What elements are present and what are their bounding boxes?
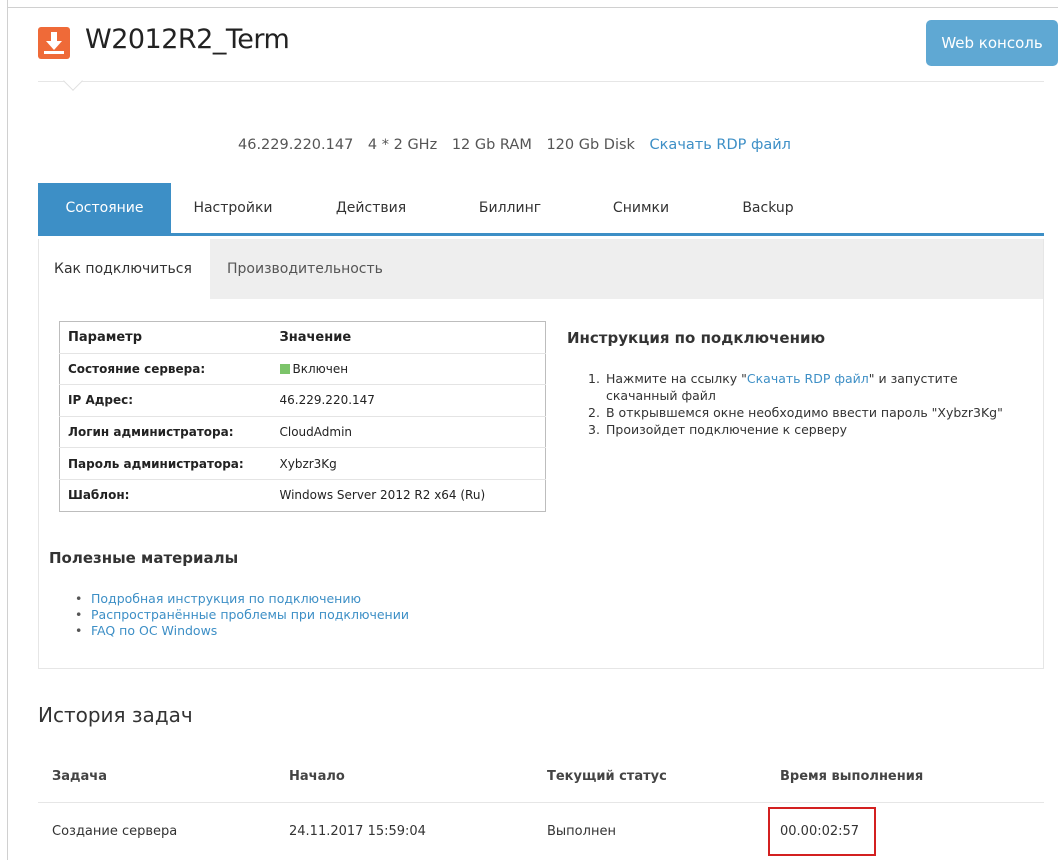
tab-backup[interactable]: Backup bbox=[718, 183, 818, 233]
step-text: В открывшемся окне необходимо ввести пар… bbox=[606, 405, 1003, 420]
table-row: Шаблон: Windows Server 2012 R2 x64 (Ru) bbox=[60, 479, 546, 511]
column-header: Параметр bbox=[59, 321, 272, 354]
table-row: Состояние сервера: Включен bbox=[59, 353, 546, 386]
task-history-title: История задач bbox=[38, 703, 193, 727]
column-header-start: Начало bbox=[289, 769, 345, 784]
server-info-table: Параметр Значение Состояние сервера: Вкл… bbox=[59, 321, 546, 512]
step-text: Произойдет подключение к серверу bbox=[606, 422, 848, 437]
highlight-annotation-box bbox=[768, 807, 876, 856]
state-panel: Как подключиться Производительность Пара… bbox=[38, 239, 1044, 669]
column-header-status: Текущий статус bbox=[547, 769, 667, 784]
download-rdp-link[interactable]: Скачать RDP файл bbox=[650, 137, 791, 153]
table-row: IP Адрес: 46.229.220.147 bbox=[59, 384, 546, 417]
instructions-title: Инструкция по подключению bbox=[567, 329, 826, 347]
summary-ip: 46.229.220.147 bbox=[238, 137, 354, 153]
task-name: Создание сервера bbox=[52, 824, 178, 839]
main-tabs: Состояние Настройки Действия Биллинг Сни… bbox=[38, 183, 1044, 236]
param-value: CloudAdmin bbox=[271, 416, 546, 449]
summary-disk: 120 Gb Disk bbox=[546, 137, 635, 153]
tab-billing[interactable]: Биллинг bbox=[450, 183, 570, 233]
task-start: 24.11.2017 15:59:04 bbox=[289, 824, 426, 839]
column-header-task: Задача bbox=[52, 769, 107, 784]
step-text: Нажмите на ссылку " bbox=[606, 371, 747, 386]
table-row: Пароль администратора: Xybzr3Kg bbox=[59, 447, 546, 480]
useful-link[interactable]: Подробная инструкция по подключению bbox=[75, 591, 409, 607]
web-console-button[interactable]: Web консоль bbox=[926, 20, 1058, 66]
subtab-how-to-connect[interactable]: Как подключиться bbox=[39, 239, 210, 299]
table-header-row: Параметр Значение bbox=[59, 321, 546, 354]
tab-snapshots[interactable]: Снимки bbox=[586, 183, 696, 233]
param-label: IP Адрес: bbox=[59, 384, 272, 417]
instruction-step: 1. Нажмите на ссылку "Скачать RDP файл" … bbox=[588, 370, 1028, 404]
useful-link[interactable]: FAQ по ОС Windows bbox=[75, 623, 409, 639]
step-number: 2. bbox=[588, 405, 600, 420]
status-indicator-icon bbox=[279, 363, 290, 374]
window-border-left bbox=[7, 0, 8, 860]
param-label: Логин администратора: bbox=[59, 416, 272, 449]
instruction-step: 2. В открывшемся окне необходимо ввести … bbox=[588, 404, 1028, 421]
tab-settings[interactable]: Настройки bbox=[178, 183, 288, 233]
summary-cpu: 4 * 2 GHz bbox=[367, 137, 438, 153]
tab-actions[interactable]: Действия bbox=[311, 183, 431, 233]
useful-materials-title: Полезные материалы bbox=[49, 549, 239, 567]
table-row: Создание сервера 24.11.2017 15:59:04 Вып… bbox=[38, 804, 1044, 860]
param-label: Состояние сервера: bbox=[59, 353, 272, 386]
subtab-performance[interactable]: Производительность bbox=[227, 239, 407, 299]
param-value: Windows Server 2012 R2 x64 (Ru) bbox=[279, 488, 486, 503]
server-status-value: Включен bbox=[292, 361, 349, 376]
instruction-step: 3. Произойдет подключение к серверу bbox=[588, 421, 1028, 438]
header-divider bbox=[38, 81, 1044, 82]
task-history-header: Задача Начало Текущий статус Время выпол… bbox=[38, 751, 1044, 803]
tab-state[interactable]: Состояние bbox=[38, 183, 171, 233]
column-header-duration: Время выполнения bbox=[780, 769, 924, 784]
download-rdp-link[interactable]: Скачать RDP файл bbox=[747, 371, 869, 386]
column-header: Значение bbox=[271, 321, 546, 354]
step-number: 3. bbox=[588, 422, 600, 437]
window-border-top bbox=[7, 7, 1058, 8]
download-icon bbox=[38, 27, 70, 59]
param-value: Xybzr3Kg bbox=[271, 447, 546, 480]
param-label: Шаблон: bbox=[68, 488, 130, 503]
param-label: Пароль администратора: bbox=[59, 447, 272, 480]
server-header: W2012R2_Term Web консоль bbox=[38, 20, 1058, 72]
instructions-list: 1. Нажмите на ссылку "Скачать RDP файл" … bbox=[588, 370, 1028, 438]
server-title: W2012R2_Term bbox=[85, 24, 290, 55]
header-caret bbox=[63, 71, 83, 91]
param-value: 46.229.220.147 bbox=[271, 384, 546, 417]
table-row: Логин администратора: CloudAdmin bbox=[59, 416, 546, 449]
server-summary: 46.229.220.147 4 * 2 GHz 12 Gb RAM 120 G… bbox=[238, 137, 801, 153]
sub-tabs: Как подключиться Производительность bbox=[39, 239, 1043, 299]
param-value: Включен bbox=[271, 353, 546, 386]
task-status: Выполнен bbox=[547, 824, 616, 839]
useful-link[interactable]: Распространённые проблемы при подключени… bbox=[75, 607, 409, 623]
step-number: 1. bbox=[588, 371, 600, 386]
summary-ram: 12 Gb RAM bbox=[451, 137, 532, 153]
useful-materials-list: Подробная инструкция по подключению Расп… bbox=[75, 591, 409, 639]
